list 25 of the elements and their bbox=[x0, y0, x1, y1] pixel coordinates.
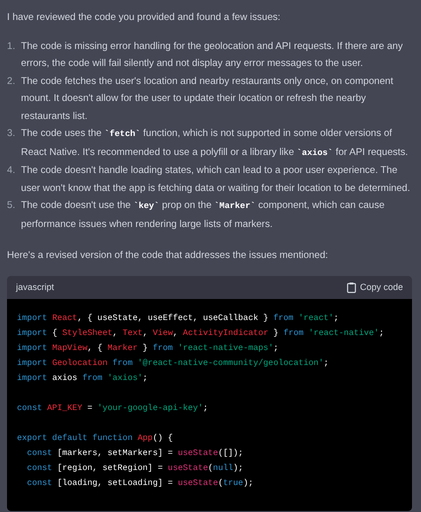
code-line: const [loading, setLoading] = useState(true); bbox=[26, 477, 254, 490]
list-number: 4. bbox=[7, 164, 16, 178]
copy-code-button[interactable]: Copy code bbox=[346, 278, 403, 296]
issue-text: The code doesn't use the `key` prop on the `Marker` component, which can cause performance issues when rendering large lists of markers. bbox=[21, 199, 386, 232]
code-line: import React, { useState, useEffect, useCallback } from 'react'; bbox=[17, 312, 340, 325]
issue-text: The code fetches the user's location and nearby restaurants only once, on component mount. It doesn't allow for the user to update their location or refresh the nearby restaurants list. bbox=[21, 74, 394, 124]
language-label: javascript bbox=[16, 280, 54, 294]
code-line: import MapView, { Marker } from 'react-native-maps'; bbox=[17, 342, 280, 355]
code-line: const [markers, setMarkers] = useState([]); bbox=[26, 447, 244, 460]
code-line: export default function App() { bbox=[17, 432, 174, 445]
clipboard-icon bbox=[346, 282, 356, 293]
list-number: 3. bbox=[7, 127, 16, 141]
issue-text: The code doesn't handle loading states, which can lead to a poor user experience. The user won't know that the app is fetching data or waiting for their location to be determined. bbox=[21, 164, 412, 196]
code-line: const API_KEY = 'your-google-api-key'; bbox=[17, 402, 209, 415]
outro-text: Here's a revised version of the code that addresses the issues mentioned: bbox=[7, 249, 329, 263]
code-line: const [region, setRegion] = useState(null); bbox=[26, 462, 244, 475]
code-line: import axios from 'axios'; bbox=[17, 372, 149, 385]
list-number: 2. bbox=[7, 74, 16, 88]
issue-text: The code uses the `fetch` function, which is not supported in some older versions of React Native. It's recommended to use a polyfill or a library like `axios` for API requests. bbox=[21, 127, 410, 160]
list-number: 5. bbox=[7, 199, 16, 213]
intro-text: I have reviewed the code you provided and found a few issues: bbox=[7, 11, 282, 25]
issue-text: The code is missing error handling for the geolocation and API requests. If there are any errors, the code will fail silently and not display any error messages to the user. bbox=[21, 40, 404, 71]
code-line: import { StyleSheet, Text, View, ActivityIndicator } from 'react-native'; bbox=[17, 327, 385, 340]
code-line: import Geolocation from '@react-native-community/geolocation'; bbox=[17, 357, 330, 370]
list-number: 1. bbox=[7, 40, 16, 54]
